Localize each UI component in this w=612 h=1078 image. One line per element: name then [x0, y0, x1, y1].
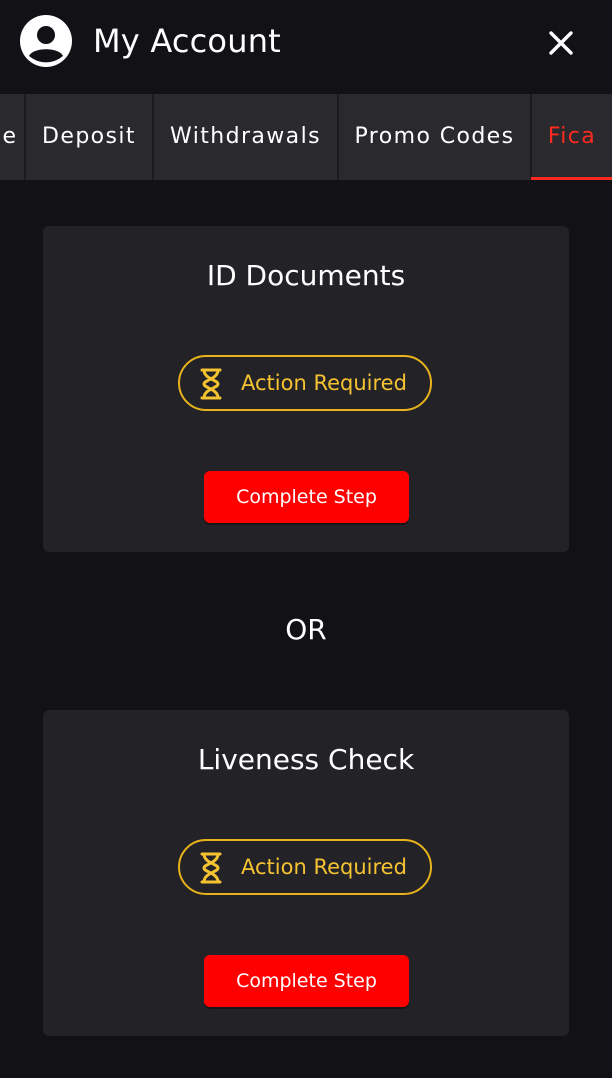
- close-icon[interactable]: [544, 26, 578, 60]
- card-title: Liveness Check: [197, 743, 415, 776]
- tab-deposit[interactable]: Deposit: [26, 94, 152, 180]
- complete-step-button[interactable]: Complete Step: [204, 471, 409, 523]
- liveness-check-card: Liveness Check Action Required Complete …: [43, 710, 569, 1036]
- active-tab-indicator: [531, 177, 612, 180]
- tab-promo-codes[interactable]: Promo Codes: [339, 94, 530, 180]
- hourglass-icon: [200, 368, 222, 400]
- complete-step-button[interactable]: Complete Step: [204, 955, 409, 1007]
- status-badge: Action Required: [178, 355, 432, 411]
- status-text: Action Required: [241, 371, 407, 395]
- status-badge: Action Required: [178, 839, 432, 895]
- tab-withdrawals[interactable]: Withdrawals: [154, 94, 337, 180]
- card-title: ID Documents: [206, 259, 406, 292]
- hourglass-icon: [200, 852, 222, 884]
- status-text: Action Required: [241, 855, 407, 879]
- or-separator: OR: [285, 613, 327, 646]
- id-documents-card: ID Documents Action Required Complete St…: [43, 226, 569, 552]
- app-header: My Account: [0, 0, 612, 94]
- tab-fica[interactable]: Fica: [532, 94, 612, 180]
- user-circle-icon[interactable]: [20, 15, 72, 67]
- tab-partial[interactable]: e: [0, 94, 22, 180]
- account-tab-bar: e Deposit Withdrawals Promo Codes Fica: [0, 94, 612, 180]
- page-title: My Account: [93, 22, 281, 60]
